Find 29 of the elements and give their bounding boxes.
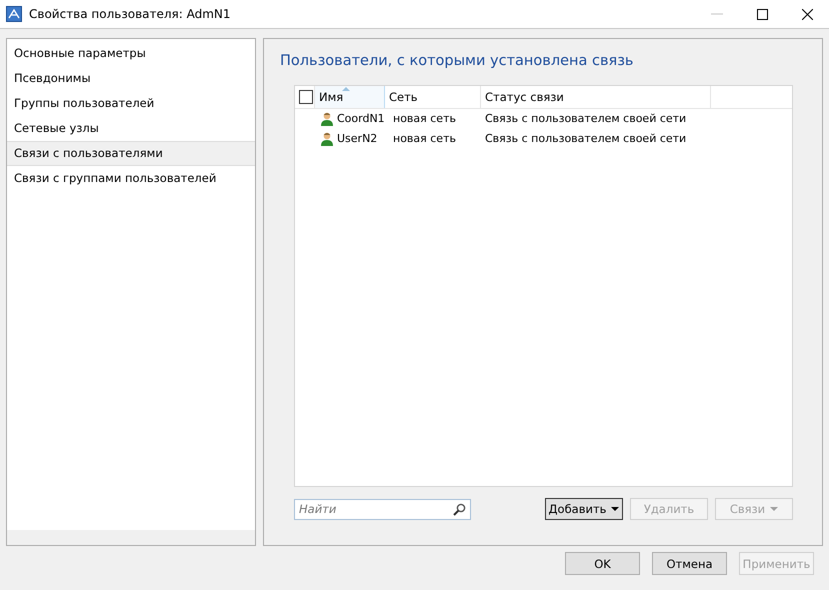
column-header[interactable]: Статус связи xyxy=(481,86,711,108)
column-header[interactable]: Сеть xyxy=(385,86,481,108)
search-icon xyxy=(453,502,466,516)
column-header[interactable]: Имя xyxy=(315,86,385,108)
table-cell-text: новая сеть xyxy=(392,111,457,127)
table-cell-text: Связь с пользователем своей сети xyxy=(484,131,688,147)
sidebar-item[interactable]: Связи с пользователями xyxy=(7,141,255,166)
sidebar-item[interactable]: Псевдонимы xyxy=(7,66,255,91)
search-field[interactable]: Найти xyxy=(294,498,471,520)
user-icon xyxy=(321,112,333,126)
sidebar-item[interactable]: Группы пользователей xyxy=(7,91,255,116)
sidebar-item[interactable]: Связи с группами пользователей xyxy=(7,166,255,191)
sort-icon xyxy=(342,87,350,91)
sidebar-item[interactable]: Сетевые узлы xyxy=(7,116,255,141)
dialog-button[interactable]: Отмена xyxy=(652,552,727,575)
select-all-checkbox[interactable] xyxy=(299,90,313,104)
user-icon xyxy=(321,132,333,146)
toolbar-button[interactable]: Добавить xyxy=(545,498,623,520)
panel-heading: Пользователи, с которыми установлена связь xyxy=(280,53,634,71)
maximize-icon[interactable] xyxy=(757,8,768,20)
close-icon[interactable] xyxy=(802,8,813,20)
sidebar-item[interactable]: Основные параметры xyxy=(7,41,255,66)
table-cell-text: UserN2 xyxy=(337,131,378,147)
table-cell-text: CoordN1 xyxy=(337,111,385,127)
table-cell-text: новая сеть xyxy=(392,131,457,147)
app-icon xyxy=(6,6,22,22)
dialog-button[interactable]: OK xyxy=(565,552,640,575)
window-title: Свойства пользователя: AdmN1 xyxy=(29,7,231,21)
table-cell-text: Связь с пользователем своей сети xyxy=(484,111,688,127)
